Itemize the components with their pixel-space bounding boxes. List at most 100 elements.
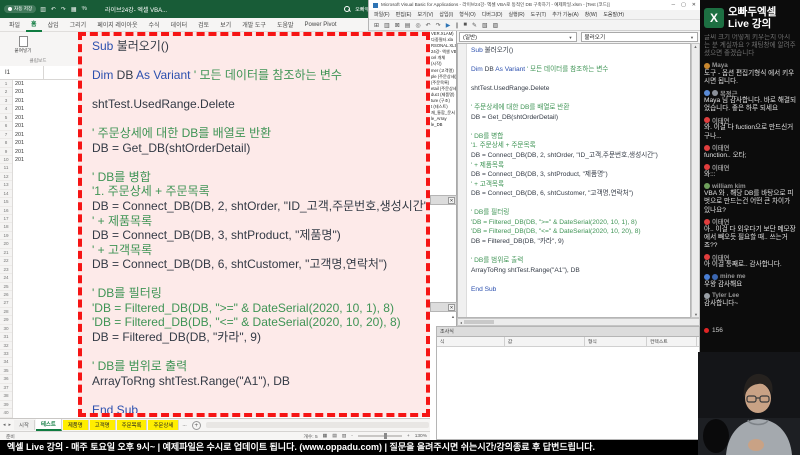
minimize-icon[interactable]: ─ [672,2,676,8]
row-number: 11 [0,164,12,173]
redo-icon[interactable]: ↷ [61,6,66,13]
excel-view-icon[interactable]: ⊞ [374,22,379,29]
code-segment: As Variant [136,68,194,83]
code-segment: DB [484,66,496,74]
ribbon-tab-그리기[interactable]: 그리기 [65,18,92,31]
scroll-up-icon[interactable]: ▲ [451,314,455,319]
vba-menu-파일(F)[interactable]: 파일(F) [374,11,390,18]
zoom-level[interactable]: 130% [415,434,427,439]
project-tree-item[interactable]: mer (고객명) [430,68,456,74]
project-explorer[interactable]: VER.XLAM)다중필터.xlaRSONAL.XLSB)24강- 엑셀 VBc… [430,31,457,195]
sheet-tab-overflow[interactable]: ... [180,422,189,428]
vba-menu-디버그(D)[interactable]: 디버그(D) [482,11,503,18]
grid-icon[interactable]: ▦ [71,6,77,13]
design-mode-icon[interactable]: ✎ [472,22,477,29]
chat-message-list[interactable]: 글씨 크기 어떻게 키우는지 아시는 분 계실까요 ? 채팅창에 알려주셨으면 … [700,34,800,325]
sheet-tab-주문상세[interactable]: 주문상세 [148,420,180,430]
horizontal-scrollbar[interactable]: ◂ [457,318,700,326]
vba-menu-추가 기능(A)[interactable]: 추가 기능(A) [552,11,578,18]
zoom-slider[interactable] [357,433,402,439]
close-icon[interactable]: ✕ [448,197,455,204]
scrollbar-thumb[interactable] [464,320,495,324]
zoom-out-button[interactable]: - [351,434,353,439]
save-icon[interactable]: ▥ [40,6,46,13]
vba-menu-창(W)[interactable]: 창(W) [585,11,598,18]
vba-code-pane[interactable]: Sub 불러오기() Dim DB As Variant ' 모든 데이터를 참… [457,43,691,318]
project-explorer-icon[interactable]: ▧ [482,22,488,29]
chat-message: 목정근 Maya 님 감사합니다. 바로 해결되었습니다. 좋은 하루 되세요 [704,89,796,113]
name-box[interactable]: I1 [0,65,44,80]
run-icon[interactable]: ▶ [446,22,451,29]
code-segment: Dim [92,68,117,83]
vba-menu-보기(V)[interactable]: 보기(V) [417,11,433,18]
project-tree-item[interactable]: ple (주문상세(일 [430,74,456,80]
redo-icon[interactable]: ↷ [436,22,441,29]
search-icon[interactable] [344,5,351,13]
code-line: shtTest.UsedRange.Delete [471,84,658,94]
object-dropdown[interactable]: (일반) ▼ [459,32,577,42]
project-tree-item[interactable]: le_DB [430,122,456,128]
row-number: 15 [0,198,12,207]
maximize-icon[interactable]: ▢ [681,2,686,8]
ribbon-tab-검토[interactable]: 검토 [193,18,214,31]
percent-icon[interactable]: % [82,6,87,13]
ribbon-tab-보기[interactable]: 보기 [215,18,236,31]
paste-button[interactable]: 붙여넣기 [6,35,40,57]
chat-message-header: 이태연 [704,144,796,152]
vba-menu-도구(T)[interactable]: 도구(T) [531,11,547,18]
zoom-slider-knob[interactable] [384,433,388,439]
add-sheet-button[interactable]: + [191,420,201,430]
code-line: ' DB를 병합 [471,132,658,142]
code-line: ' + 제품목록 [92,214,426,229]
zoom-in-button[interactable]: + [407,434,410,439]
sheet-tab-주문목록[interactable]: 주문목록 [116,420,148,430]
chat-avatar-icon [704,62,710,69]
page-layout-view-icon[interactable]: ▤ [332,434,337,439]
save-icon[interactable]: ▥ [384,22,390,29]
sheet-tab-테스트[interactable]: 테스트 [35,419,62,431]
sheet-nav-left-icon[interactable]: ◂ [3,422,6,428]
code-pane-combos: (일반) ▼ 불러오기 ▼ [457,31,700,43]
reset-icon[interactable]: ■ [463,22,467,28]
chat-avatar-icon [704,254,710,261]
close-icon[interactable]: ✕ [692,2,696,8]
page-break-view-icon[interactable]: ▥ [342,434,347,439]
scroll-up-icon[interactable]: ▲ [692,44,699,49]
sheet-scrollbar[interactable] [205,422,429,428]
find-icon[interactable]: ◎ [415,22,420,29]
scroll-left-icon[interactable]: ◂ [460,320,462,325]
sheet-nav-right-icon[interactable]: ▸ [9,422,12,428]
autosave-toggle[interactable]: 자동 저장 [4,5,37,13]
normal-view-icon[interactable]: ▦ [323,434,328,439]
break-icon[interactable]: ∥ [455,22,458,29]
vertical-scrollbar[interactable]: ▲ ▼ [691,43,700,318]
ribbon-tab-데이터[interactable]: 데이터 [166,18,193,31]
procedure-dropdown[interactable]: 불러오기 ▼ [580,32,698,42]
vba-menu-편집(E)[interactable]: 편집(E) [396,11,412,18]
ribbon-tab-삽입[interactable]: 삽입 [43,18,64,31]
undo-icon[interactable]: ↶ [426,22,431,29]
copy-icon[interactable]: ⊠ [395,22,400,29]
ribbon-tab-파일[interactable]: 파일 [4,18,25,31]
sheet-tab-제품명[interactable]: 제품명 [62,420,89,430]
ribbon-tab-도움말[interactable]: 도움말 [272,18,299,31]
vba-menu-실행(R)[interactable]: 실행(R) [508,11,524,18]
ribbon-tab-페이지 레이아웃[interactable]: 페이지 레이아웃 [92,18,142,31]
row-number: 39 [0,401,12,410]
ribbon-tab-Power Pivot[interactable]: Power Pivot [300,20,342,30]
row-number: 29 [0,316,12,325]
sheet-tab-고객명[interactable]: 고객명 [89,420,116,430]
scroll-down-icon[interactable]: ▼ [694,312,698,317]
vba-menu-형식(O)[interactable]: 형식(O) [459,11,475,18]
vba-menu-도움말(H)[interactable]: 도움말(H) [603,11,624,18]
close-icon[interactable]: ✕ [448,304,455,311]
sheet-tab-시작[interactable]: 시작 [14,420,35,430]
properties-icon[interactable]: ▨ [493,22,499,29]
vba-menu-삽입(I)[interactable]: 삽입(I) [439,11,453,18]
ribbon-tab-개발 도구[interactable]: 개발 도구 [237,18,271,31]
ribbon-tab-홈[interactable]: 홈 [26,17,42,32]
paste-icon[interactable]: ▤ [405,22,411,29]
undo-icon[interactable]: ↶ [51,6,56,13]
ribbon-tab-수식[interactable]: 수식 [144,18,165,31]
